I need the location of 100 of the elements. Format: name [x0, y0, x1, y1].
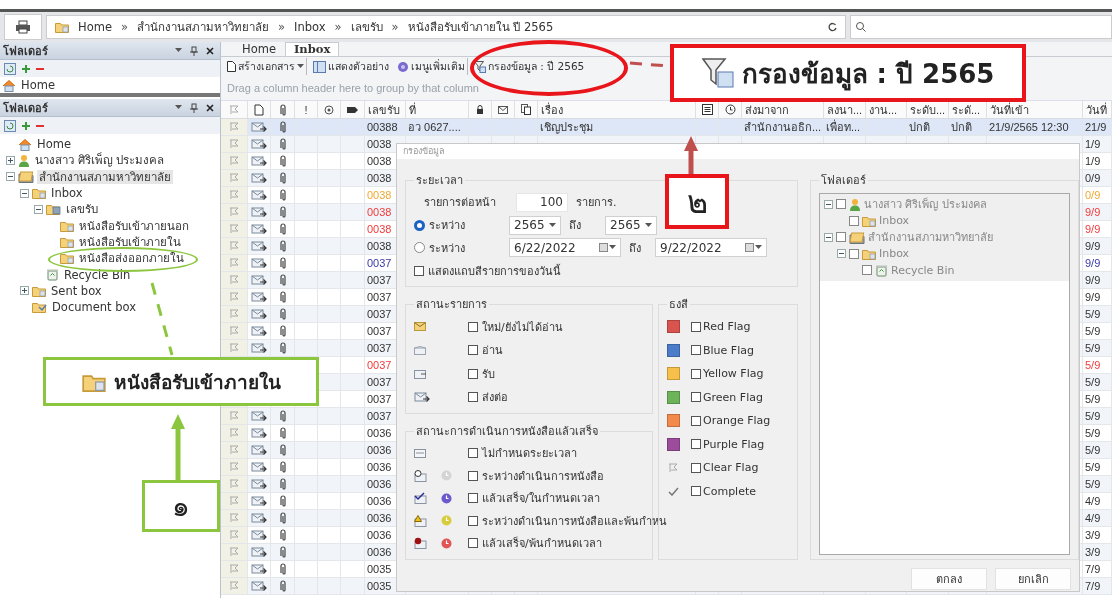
callout-text: หนังสือรับเข้าภายใน [113, 369, 281, 395]
table-cell: 0/9 [1085, 172, 1101, 184]
table-cell: 9/9 [1085, 223, 1101, 235]
radio-label: ระหว่าง [429, 218, 465, 235]
table-cell: 4/9 [1085, 512, 1101, 524]
table-cell: 9/9 [1085, 257, 1101, 269]
table-cell: 5/9 [1085, 410, 1101, 422]
table-cell: 0037 [367, 359, 392, 371]
table-cell: 0038 [367, 189, 392, 201]
checkbox-label: แล้วเสร็จ/พ้นกำหนดเวลา [482, 535, 602, 553]
table-cell: 0037 [367, 410, 392, 422]
table-cell: 0037 [367, 257, 392, 269]
checkbox-label: Yellow Flag [703, 367, 764, 381]
breadcrumb-separator: » [334, 20, 342, 34]
table-cell: 9/9 [1085, 240, 1101, 252]
checkbox-label: Clear Flag [703, 461, 759, 475]
checkbox-label: ส่งต่อ [482, 390, 508, 407]
group-title: ธงสี [668, 297, 689, 313]
table-cell: 5/9 [1085, 393, 1101, 405]
step-number-box: ๑ [142, 480, 220, 532]
checkbox-label: Complete [703, 484, 756, 498]
table-cell-text: สำนักงานอธิก... [744, 120, 822, 135]
checkbox-label: ใหม่/ยังไม่ได้อ่าน [482, 319, 563, 336]
table-cell: 0037 [367, 308, 392, 320]
breadcrumb-separator: » [278, 20, 286, 34]
breadcrumb-separator: » [391, 20, 399, 34]
table-cell: 0038 [367, 172, 392, 184]
table-cell: 5/9 [1085, 325, 1101, 337]
field-label: ถึง [629, 240, 642, 257]
table-cell: 0038 [367, 138, 392, 150]
table-cell-text: ปกติ [951, 120, 972, 135]
checkbox-label: Purple Flag [703, 437, 765, 451]
table-cell: 0037 [367, 342, 392, 354]
table-cell: 5/9 [1085, 308, 1101, 320]
table-cell: 0037 [367, 325, 392, 337]
table-cell: 21/9 [1085, 121, 1107, 133]
table-cell-text: ปกติ [909, 120, 930, 135]
checkbox-label: แล้วเสร็จ/ในกำหนดเวลา [482, 490, 600, 508]
table-cell: 5/9 [1085, 342, 1101, 354]
table-cell: 0036 [367, 461, 392, 473]
table-cell: 1/9 [1085, 138, 1101, 150]
table-cell: 9/9 [1085, 291, 1101, 303]
checkbox-label: Orange Flag [703, 414, 771, 428]
table-cell: 5/9 [1085, 444, 1101, 456]
table-cell: 5/9 [1085, 461, 1101, 473]
checkbox-label: ระหว่างดำเนินการหนังสือ [482, 468, 604, 485]
table-cell: 0037 [367, 393, 392, 405]
radio-label: ระหว่าง [429, 240, 465, 257]
table-cell-text: อว 0627.... [408, 120, 461, 135]
table-cell: 0036 [367, 512, 392, 524]
table-cell: 0035 [367, 563, 392, 575]
checkbox-label: อ่าน [482, 343, 503, 360]
table-cell: เพื่อท... [826, 119, 861, 135]
table-cell: 0038 [367, 223, 392, 235]
table-cell: 0038 [367, 206, 392, 218]
table-cell: 21/9/2565 12:30 [989, 121, 1069, 133]
panel-title: โฟลเดอร์ [3, 100, 49, 117]
breadcrumb-separator: » [120, 20, 128, 34]
table-cell: 0037 [367, 274, 392, 286]
table-cell: 0038 [367, 240, 392, 252]
checkbox-label: แสดงแถบสีรายการของวันนี้ [428, 263, 561, 280]
table-cell: 0037 [367, 376, 392, 388]
group-title: ระยะเวลา [415, 173, 464, 189]
panel-title: โฟลเดอร์ [3, 43, 49, 60]
table-cell: 0/9 [1085, 189, 1101, 201]
table-cell: 0036 [367, 546, 392, 558]
field-label: ถึง [569, 218, 582, 235]
dialog-title: กรองข้อมูล [397, 144, 1079, 159]
table-cell: 0036 [367, 427, 392, 439]
step-number-box: ๒ [665, 174, 729, 229]
checkbox-label: Blue Flag [703, 343, 754, 357]
table-cell: 5/9 [1085, 427, 1101, 439]
table-cell: 3/9 [1085, 546, 1101, 558]
checkbox-label: รับ [482, 366, 495, 383]
table-cell: 0036 [367, 444, 392, 456]
group-title: โฟลเดอร์ [820, 173, 867, 189]
table-cell: 0035 [367, 580, 392, 592]
checkbox-label: ระหว่างดำเนินการหนังสือและพ้นกำหน [482, 513, 667, 530]
table-cell: 0036 [367, 529, 392, 541]
table-cell-text: เชิญประชุม [540, 120, 593, 135]
table-cell: 5/9 [1085, 359, 1101, 371]
table-cell: 00388 [367, 121, 398, 133]
group-title: สถานะรายการ [415, 297, 488, 313]
table-cell: 7/9 [1085, 580, 1101, 592]
field-label: รายการ. [576, 195, 617, 212]
table-cell: 1/9 [1085, 155, 1101, 167]
table-cell: 4/9 [1085, 495, 1101, 507]
table-cell: 0036 [367, 478, 392, 490]
table-cell: 9/9 [1085, 206, 1101, 218]
checkbox-label: Red Flag [703, 320, 751, 334]
table-cell: 3/9 [1085, 529, 1101, 541]
table-cell: 5/9 [1085, 478, 1101, 490]
table-cell: 7/9 [1085, 563, 1101, 575]
group-title: สถานะการดำเนินการหนังสือแล้วเสร็จ [415, 423, 599, 440]
table-cell: 0037 [367, 291, 392, 303]
table-cell: 0036 [367, 495, 392, 507]
checkbox-label: Green Flag [703, 390, 763, 404]
table-cell: 5/9 [1085, 376, 1101, 388]
field-label: รายการต่อหน้า [424, 195, 496, 212]
table-cell: 9/9 [1085, 274, 1101, 286]
